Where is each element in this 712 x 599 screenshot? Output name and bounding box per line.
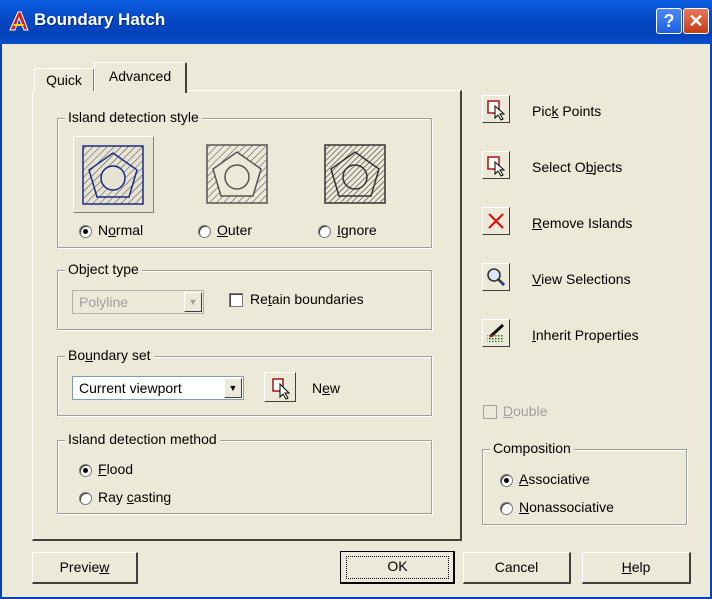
pick-points-button[interactable] (482, 95, 510, 123)
chevron-down-icon[interactable]: ▼ (224, 378, 242, 398)
island-detection-method-label: Island detection method (65, 431, 220, 447)
pick-points-label[interactable]: Pick Points (532, 103, 601, 119)
view-selections-icon (487, 268, 506, 287)
inherit-properties-button[interactable] (482, 319, 510, 347)
ignore-style-preview[interactable] (316, 136, 395, 211)
boundary-set-combo[interactable]: Current viewport ▼ (72, 376, 244, 400)
radio-ignore[interactable] (318, 225, 331, 238)
title-close-button[interactable]: ✕ (683, 8, 709, 34)
new-boundary-set-button[interactable] (264, 372, 296, 402)
radio-ignore-label[interactable]: Ignore (337, 222, 377, 238)
boundary-set-value: Current viewport (79, 380, 182, 396)
radio-ray-casting[interactable] (79, 492, 92, 505)
select-objects-icon (487, 156, 506, 177)
radio-outer-label[interactable]: Outer (217, 222, 252, 238)
double-label[interactable]: Double (503, 403, 547, 419)
object-type-combo[interactable]: Polyline ▼ (72, 290, 204, 314)
remove-islands-label[interactable]: Remove Islands (532, 215, 632, 231)
autocad-app-icon (9, 11, 29, 31)
radio-nonassociative[interactable] (500, 502, 513, 515)
island-detection-style-label: Island detection style (65, 109, 202, 125)
inherit-properties-label[interactable]: Inherit Properties (532, 327, 639, 343)
view-selections-button[interactable] (482, 263, 510, 291)
radio-flood-label[interactable]: Flood (98, 461, 133, 477)
title-help-button[interactable]: ? (656, 8, 682, 34)
new-button-label[interactable]: New (312, 380, 340, 396)
outer-style-icon (206, 144, 268, 204)
help-button[interactable]: Help (582, 552, 691, 584)
radio-normal-label[interactable]: Normal (98, 222, 143, 238)
window-title: Boundary Hatch (34, 10, 166, 29)
view-selections-label[interactable]: View Selections (532, 271, 631, 287)
ok-button-label: OK (346, 556, 449, 579)
select-objects-label[interactable]: Select Objects (532, 159, 622, 175)
radio-outer[interactable] (198, 225, 211, 238)
cancel-button[interactable]: Cancel (463, 552, 571, 584)
tab-advanced[interactable]: Advanced (94, 62, 187, 93)
object-type-value: Polyline (79, 294, 129, 310)
ok-button[interactable]: OK (340, 551, 455, 584)
chevron-down-icon[interactable]: ▼ (184, 292, 202, 312)
tab-quick[interactable]: Quick (34, 68, 94, 91)
radio-normal[interactable] (79, 225, 92, 238)
normal-style-icon (82, 145, 144, 205)
object-type-label: Object type (65, 261, 142, 277)
composition-label: Composition (490, 440, 574, 456)
outer-style-preview[interactable] (198, 136, 277, 211)
inherit-properties-icon (487, 323, 505, 342)
pick-points-icon (487, 100, 506, 121)
preview-button[interactable]: Preview (32, 552, 138, 584)
radio-nonassociative-label[interactable]: Nonassociative (519, 499, 614, 515)
remove-islands-button[interactable] (482, 207, 510, 235)
retain-boundaries-label[interactable]: Retain boundaries (250, 291, 364, 307)
radio-associative-label[interactable]: Associative (519, 471, 590, 487)
select-objects-button[interactable] (482, 151, 510, 179)
retain-boundaries-checkbox[interactable] (229, 293, 243, 307)
radio-flood[interactable] (79, 464, 92, 477)
radio-ray-casting-label[interactable]: Ray casting (98, 489, 171, 505)
radio-associative[interactable] (500, 474, 513, 487)
normal-style-preview[interactable] (73, 136, 154, 213)
remove-islands-icon (488, 213, 504, 229)
ignore-style-icon (324, 144, 386, 204)
boundary-set-label: Boundary set (65, 347, 154, 363)
double-checkbox[interactable] (483, 405, 497, 419)
pick-cursor-icon (272, 378, 291, 400)
